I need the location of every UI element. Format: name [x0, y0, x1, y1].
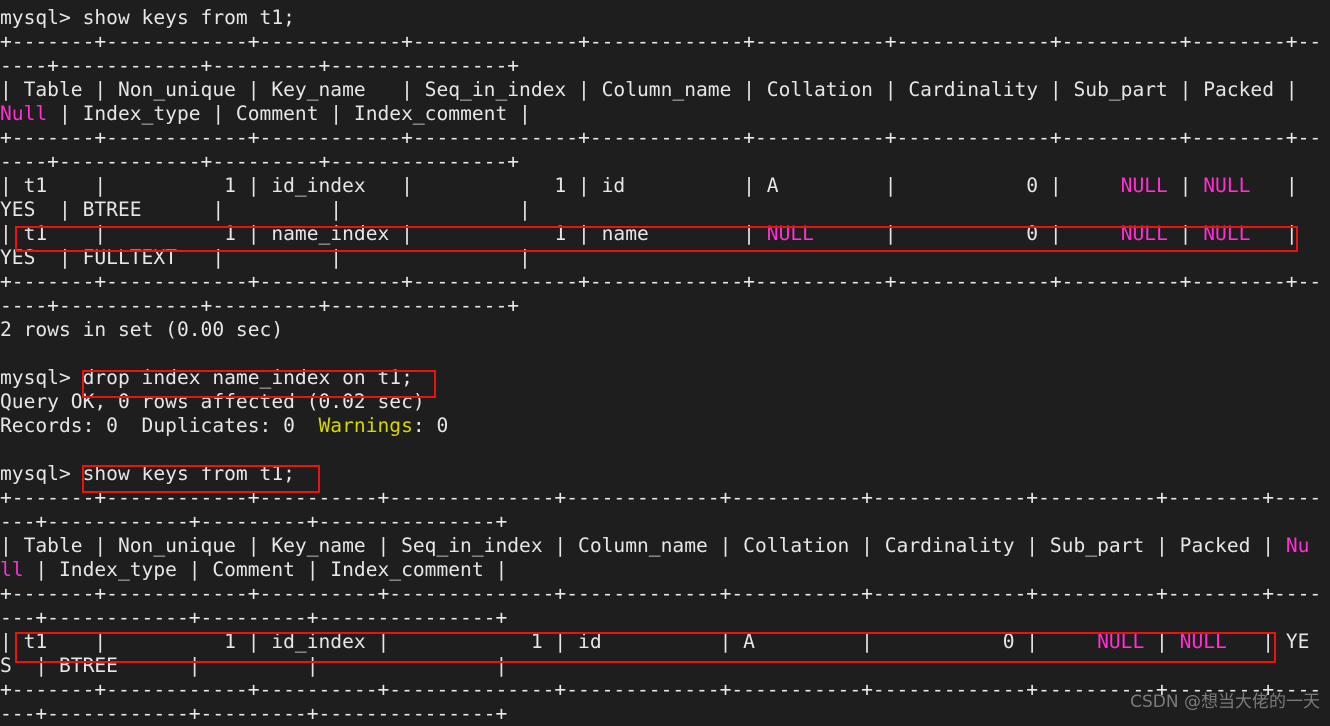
- terminal-line-separator: +-------+------------+----------+-------…: [0, 486, 1322, 509]
- null-value: NULL: [1120, 174, 1168, 197]
- terminal-line-separator-wrap: ----+------------+---------+------------…: [0, 54, 520, 77]
- row-name-index-part1: | t1 | 1 | name_index | 1 | name |: [0, 222, 767, 245]
- warnings-label: Warnings: [318, 414, 413, 437]
- terminal-line-table-header-wrap: Null | Index_type | Comment | Index_comm…: [0, 102, 1330, 126]
- terminal-line-separator: +-------+------------+----------+-------…: [0, 582, 1322, 605]
- terminal-line-prompt-drop-index: mysql> drop index name_index on t1;: [0, 366, 413, 389]
- null-value: NULL: [1120, 222, 1168, 245]
- terminal-line-separator-wrap: ----+------------+---------+------------…: [0, 294, 520, 317]
- row-sep: |: [1144, 630, 1180, 653]
- null-value: NULL: [1203, 174, 1251, 197]
- row-end: |: [1250, 222, 1298, 245]
- terminal-line-prompt-show-keys-2: mysql> show keys from t1;: [0, 462, 295, 485]
- null-value: NULL: [766, 222, 814, 245]
- records-prefix: Records: 0 Duplicates: 0: [0, 414, 319, 437]
- warnings-value: : 0: [412, 414, 449, 437]
- result-query-ok: Query OK, 0 rows affected (0.02 sec): [0, 390, 425, 413]
- header2-wrap-rest: | Index_type | Comment | Index_comment |: [23, 558, 508, 581]
- terminal-line-separator: +-------+------------+------------+-----…: [0, 126, 1322, 149]
- table-row-wrap: YES | FULLTEXT | | |: [0, 246, 531, 269]
- row-sep: |: [1167, 174, 1204, 197]
- table-row-wrap: S | BTREE | | |: [0, 654, 508, 677]
- null-column-label-cont: ll: [0, 558, 24, 581]
- table-row: | t1 | 1 | id_index | 1 | id | A | 0 | N…: [0, 174, 1330, 198]
- header-wrap-rest: | Index_type | Comment | Index_comment |: [47, 102, 531, 125]
- row-sep: |: [1167, 222, 1204, 245]
- row-mid: | 0 |: [813, 222, 1121, 245]
- null-column-label: Nu: [1285, 534, 1310, 557]
- table-row: | t1 | 1 | id_index | 1 | id | A | 0 | N…: [0, 630, 1330, 654]
- terminal-line-separator-wrap: ---+------------+---------+-------------…: [0, 510, 508, 533]
- row-id-index-part1: | t1 | 1 | id_index | 1 | id | A | 0 |: [0, 174, 1121, 197]
- row-end: |: [1250, 174, 1298, 197]
- terminal-line-separator-wrap: ---+------------+---------+-------------…: [0, 606, 508, 629]
- table-row: | t1 | 1 | name_index | 1 | name | NULL …: [0, 222, 1330, 246]
- terminal-line-table-header-wrap: ll | Index_type | Comment | Index_commen…: [0, 558, 1330, 582]
- row2-id-index-part1: | t1 | 1 | id_index | 1 | id | A | 0 |: [0, 630, 1098, 653]
- row-end: | YE: [1226, 630, 1310, 653]
- result-records-line: Records: 0 Duplicates: 0 Warnings: 0: [0, 414, 1330, 438]
- result-rows-in-set: 2 rows in set (0.00 sec): [0, 318, 284, 341]
- null-column-label: Null: [0, 102, 48, 125]
- table-row-wrap: YES | BTREE | | |: [0, 198, 531, 221]
- terminal-line-separator: +-------+------------+------------+-----…: [0, 270, 1322, 293]
- terminal-line-separator: +-------+------------+------------+-----…: [0, 30, 1322, 53]
- header2-main: | Table | Non_unique | Key_name | Seq_in…: [0, 534, 1286, 557]
- terminal-line-table-header: | Table | Non_unique | Key_name | Seq_in…: [0, 534, 1330, 558]
- terminal-window[interactable]: mysql> show keys from t1; +-------+-----…: [0, 0, 1330, 726]
- null-value: NULL: [1097, 630, 1145, 653]
- terminal-line-table-header: | Table | Non_unique | Key_name | Seq_in…: [0, 78, 1298, 101]
- terminal-line-separator-wrap: ----+------------+---------+------------…: [0, 150, 520, 173]
- terminal-output: mysql> show keys from t1; +-------+-----…: [0, 6, 1330, 726]
- csdn-watermark: CSDN @想当大佬的一天: [1130, 692, 1320, 712]
- terminal-line-prompt-show-keys-1: mysql> show keys from t1;: [0, 6, 295, 29]
- null-value: NULL: [1179, 630, 1227, 653]
- null-value: NULL: [1203, 222, 1251, 245]
